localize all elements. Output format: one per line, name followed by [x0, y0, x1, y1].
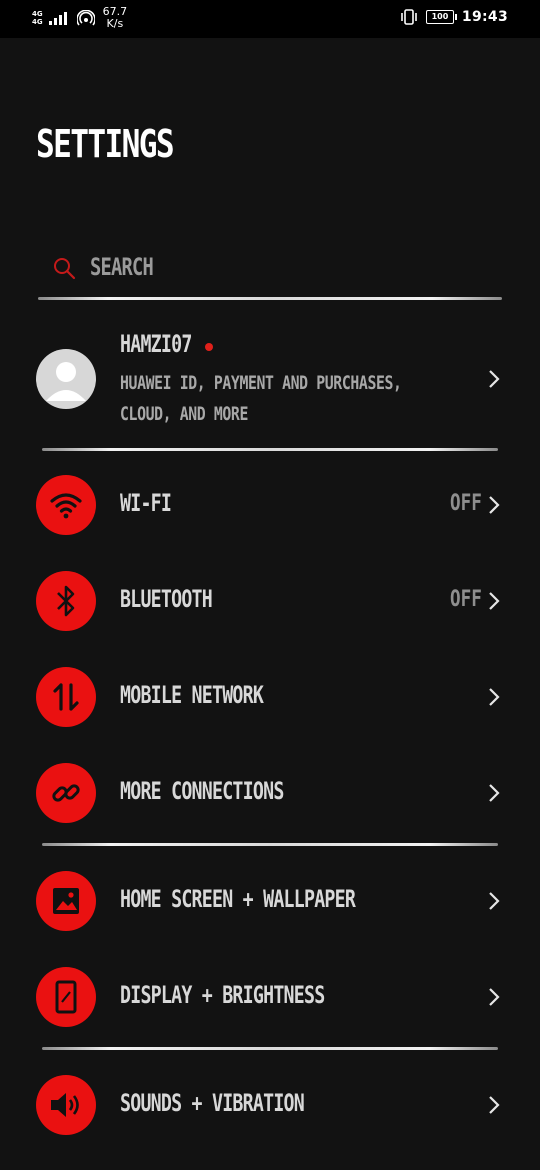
- search-icon: [54, 258, 76, 280]
- settings-item-status: OFF: [450, 491, 482, 516]
- settings-item-label: BLUETOOTH: [120, 585, 213, 613]
- avatar: [36, 349, 96, 409]
- link-icon: [52, 784, 80, 802]
- account-subtitle-line1: HUAWEI ID, PAYMENT AND PURCHASES,: [120, 372, 402, 394]
- status-left: 4G 4G 67.7 K/s: [32, 6, 127, 30]
- vibrate-icon: [401, 9, 417, 25]
- settings-item-label: MORE CONNECTIONS: [120, 777, 284, 805]
- settings-item-label: MOBILE NETWORK: [120, 681, 264, 709]
- divider: [38, 297, 502, 300]
- speaker-icon: [51, 1093, 79, 1117]
- clock: 19:43: [461, 9, 508, 25]
- hotspot-icon: [76, 10, 95, 26]
- link-icon-circle: [36, 763, 96, 823]
- bluetooth-icon: [57, 585, 75, 617]
- search-bar[interactable]: SEARCH: [52, 253, 502, 287]
- settings-item-status: OFF: [450, 587, 482, 612]
- wifi-icon: [50, 493, 82, 519]
- chevron-right-icon: [489, 892, 500, 910]
- image-icon-circle: [36, 871, 96, 931]
- network-type: 4G 4G: [32, 10, 43, 26]
- settings-item-label: WI-FI: [120, 489, 172, 517]
- network-type-label: 4G: [32, 10, 43, 18]
- status-bar: 4G 4G 67.7 K/s 100 19:43: [0, 0, 540, 38]
- chevron-right-icon: [489, 988, 500, 1006]
- settings-item-label: DISPLAY + BRIGHTNESS: [120, 981, 325, 1009]
- divider: [42, 843, 498, 846]
- chevron-right-icon: [489, 784, 500, 802]
- chevron-right-icon: [489, 688, 500, 706]
- divider: [42, 448, 498, 451]
- page-title: SETTINGS: [36, 122, 175, 166]
- notification-dot: [205, 343, 213, 351]
- battery-icon: 100: [425, 10, 457, 24]
- user-icon: [46, 362, 86, 401]
- status-right: 100 19:43: [400, 9, 508, 25]
- phone-display-icon-circle: [36, 967, 96, 1027]
- search-input[interactable]: SEARCH: [90, 253, 154, 281]
- divider: [42, 1047, 498, 1050]
- network-sub-label: 4G: [32, 18, 43, 26]
- chevron-right-icon: [489, 496, 500, 514]
- image-icon: [53, 888, 79, 914]
- mobile-data-icon-circle: [36, 667, 96, 727]
- chevron-right-icon: [489, 1096, 500, 1114]
- mobile-data-icon: [53, 683, 79, 711]
- signal-icon: [48, 12, 67, 25]
- account-subtitle-line2: CLOUD, AND MORE: [120, 403, 248, 425]
- bluetooth-icon-circle: [36, 571, 96, 631]
- settings-item-label: SOUNDS + VIBRATION: [120, 1089, 305, 1117]
- wifi-icon-circle: [36, 475, 96, 535]
- account-name: HAMZI07: [120, 330, 192, 358]
- speaker-icon-circle: [36, 1075, 96, 1135]
- chevron-right-icon: [489, 370, 500, 388]
- phone-display-icon: [55, 980, 77, 1014]
- chevron-right-icon: [489, 592, 500, 610]
- network-speed: 67.7 K/s: [103, 6, 128, 30]
- settings-item-label: HOME SCREEN + WALLPAPER: [120, 885, 356, 913]
- speed-unit: K/s: [106, 17, 124, 30]
